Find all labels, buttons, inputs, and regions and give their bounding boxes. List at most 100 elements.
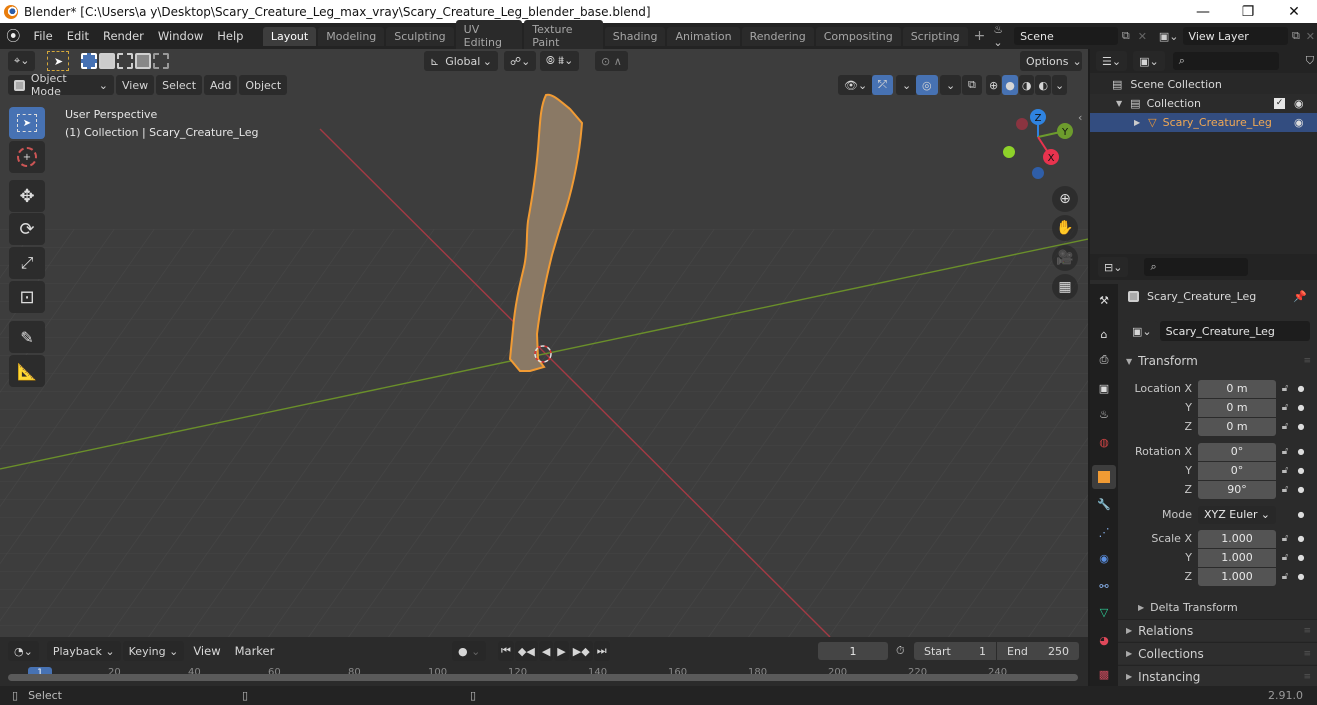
- options-dropdown[interactable]: Options ⌄: [1020, 51, 1082, 71]
- outliner-item-scene-collection[interactable]: ▤ Scene Collection: [1090, 75, 1317, 94]
- view-layer-icon[interactable]: ▣⌄: [1155, 30, 1183, 43]
- snap-toggle[interactable]: ⦾ ⩩⌄: [540, 51, 580, 71]
- tab-tool[interactable]: ⚒: [1092, 288, 1116, 312]
- drag-handle-icon[interactable]: ≡: [1303, 626, 1311, 636]
- lock-icon[interactable]: 🔓︎: [1276, 552, 1294, 563]
- jump-start-button[interactable]: ⏮: [498, 641, 514, 661]
- minimize-button[interactable]: —: [1180, 0, 1226, 23]
- close-button[interactable]: ✕: [1271, 0, 1317, 23]
- outliner-search[interactable]: ⌕: [1172, 52, 1279, 70]
- play-reverse-button[interactable]: ◀: [538, 641, 554, 661]
- material-shading-icon[interactable]: ◑: [1018, 75, 1035, 95]
- tool-rotate[interactable]: ⟳: [9, 213, 45, 245]
- view-layer-field[interactable]: View Layer: [1182, 27, 1288, 45]
- zoom-view-button[interactable]: ⊕: [1052, 186, 1078, 212]
- drag-handle-icon[interactable]: ≡: [1303, 672, 1311, 682]
- rendered-shading-icon[interactable]: ◐: [1035, 75, 1052, 95]
- delta-transform-subpanel[interactable]: ▶ Delta Transform: [1138, 598, 1238, 616]
- lock-icon[interactable]: 🔓︎: [1276, 465, 1294, 476]
- keyframe-dot-icon[interactable]: ●: [1294, 553, 1308, 562]
- rotation-z-field[interactable]: 90°: [1198, 480, 1276, 499]
- properties-search[interactable]: ⌕: [1144, 258, 1249, 276]
- selection-mode-group[interactable]: [81, 53, 170, 69]
- object-name-field[interactable]: Scary_Creature_Leg: [1159, 321, 1310, 341]
- current-frame-field[interactable]: 1: [818, 642, 888, 660]
- solid-shading-icon[interactable]: ●: [1002, 75, 1018, 95]
- lock-icon[interactable]: 🔓︎: [1276, 421, 1294, 432]
- keyframe-dot-icon[interactable]: ●: [1294, 485, 1308, 494]
- tab-data[interactable]: ▽: [1092, 600, 1116, 624]
- add-workspace-button[interactable]: +: [970, 28, 990, 44]
- tool-select-box[interactable]: ➤: [9, 107, 45, 139]
- shading-group[interactable]: ⊕ ● ◑ ◐ ⌄: [986, 75, 1068, 95]
- rotation-mode-dropdown[interactable]: XYZ Euler ⌄: [1198, 505, 1276, 524]
- new-view-layer-icon[interactable]: ⧉: [1288, 29, 1304, 43]
- timeline-editor-type-icon[interactable]: ◔⌄: [8, 641, 39, 661]
- keying-menu[interactable]: Keying ⌄: [122, 641, 185, 661]
- overlays-dropdown[interactable]: ⌄: [940, 75, 962, 95]
- location-z-field[interactable]: 0 m: [1198, 417, 1276, 436]
- exclude-checkbox[interactable]: ✓: [1274, 98, 1285, 109]
- menu-object[interactable]: Object: [239, 75, 288, 95]
- wireframe-shading-icon[interactable]: ⊕: [986, 75, 1002, 95]
- menu-add[interactable]: Add: [204, 75, 238, 95]
- keyframe-dot-icon[interactable]: ●: [1294, 534, 1308, 543]
- visibility-eye-icon[interactable]: ◉: [1294, 97, 1304, 110]
- delete-scene-icon[interactable]: ✕: [1134, 30, 1151, 43]
- tab-physics[interactable]: ◉: [1092, 546, 1116, 570]
- object-browse-dropdown[interactable]: ▣⌄: [1126, 321, 1158, 341]
- instancing-panel-header[interactable]: ▶ Instancing ≡: [1118, 665, 1317, 687]
- menu-view[interactable]: View: [116, 75, 155, 95]
- tab-output[interactable]: ⎙: [1092, 348, 1116, 372]
- playback-menu[interactable]: Playback ⌄: [46, 641, 121, 661]
- display-mode-icon[interactable]: ▣⌄: [1133, 51, 1165, 71]
- tab-view-layer[interactable]: ▣: [1092, 376, 1116, 400]
- tab-render[interactable]: ⌂: [1092, 322, 1116, 346]
- keyframe-dot-icon[interactable]: ●: [1294, 403, 1308, 412]
- proportional-edit-toggle[interactable]: ⊙ ∧: [595, 51, 628, 71]
- menu-edit[interactable]: Edit: [60, 29, 96, 43]
- tool-annotate[interactable]: ✎: [9, 321, 45, 353]
- 3d-viewport[interactable]: ⌖⌄ ➤ ⊾ Global ⌄ ☍⌄ ⦾ ⩩⌄ ⊙ ∧ Options ⌄ Obj…: [0, 49, 1088, 637]
- expand-icon[interactable]: ▼: [1116, 99, 1122, 108]
- relations-panel-header[interactable]: ▶ Relations ≡: [1118, 619, 1317, 641]
- timeline-view-menu[interactable]: View: [186, 644, 227, 658]
- navigation-gizmo[interactable]: Z Y X: [995, 107, 1085, 187]
- menu-select[interactable]: Select: [156, 75, 203, 95]
- scene-field[interactable]: Scene: [1014, 27, 1118, 45]
- tab-shading[interactable]: Shading: [604, 26, 666, 46]
- scene-icon[interactable]: ♨⌄: [989, 23, 1014, 49]
- tab-texture-paint[interactable]: Texture Paint: [524, 20, 603, 52]
- tool-transform[interactable]: ⊡: [9, 281, 45, 313]
- shading-dropdown[interactable]: ⌄: [1052, 75, 1068, 95]
- timeline-marker-menu[interactable]: Marker: [228, 644, 282, 658]
- tab-world[interactable]: ◍: [1092, 430, 1116, 454]
- tab-sculpting[interactable]: Sculpting: [386, 26, 454, 46]
- orientation-dropdown[interactable]: ⊾ Global ⌄: [424, 51, 498, 71]
- tool-cursor[interactable]: +: [9, 141, 45, 173]
- lock-icon[interactable]: 🔓︎: [1276, 484, 1294, 495]
- timeline-scrollbar[interactable]: [8, 674, 1078, 681]
- tool-scale[interactable]: ⤢: [9, 247, 45, 279]
- tab-object[interactable]: [1092, 465, 1116, 489]
- outliner-editor-type-icon[interactable]: ☰⌄: [1096, 51, 1128, 71]
- drag-handle-icon[interactable]: ≡: [1303, 649, 1311, 659]
- visibility-dropdown[interactable]: 👁⌄: [838, 75, 874, 95]
- tab-uv-editing[interactable]: UV Editing: [455, 20, 523, 52]
- tab-modifiers[interactable]: 🔧: [1092, 492, 1116, 516]
- tool-move[interactable]: ✥: [9, 180, 45, 212]
- lock-icon[interactable]: 🔓︎: [1276, 571, 1294, 582]
- collections-panel-header[interactable]: ▶ Collections ≡: [1118, 642, 1317, 664]
- prev-keyframe-button[interactable]: ◆◀: [514, 641, 538, 661]
- rotation-x-field[interactable]: 0°: [1198, 442, 1276, 461]
- location-y-field[interactable]: 0 m: [1198, 398, 1276, 417]
- properties-editor-type-icon[interactable]: ⊟⌄: [1098, 257, 1129, 277]
- visibility-eye-icon[interactable]: ◉: [1294, 116, 1304, 129]
- tab-layout[interactable]: Layout: [262, 26, 317, 46]
- expand-icon[interactable]: ▶: [1134, 118, 1140, 127]
- next-keyframe-button[interactable]: ▶◆: [569, 641, 593, 661]
- tab-compositing[interactable]: Compositing: [815, 26, 901, 46]
- lock-icon[interactable]: 🔓︎: [1276, 446, 1294, 457]
- maximize-button[interactable]: ❐: [1225, 0, 1271, 23]
- tab-constraints[interactable]: ⚯: [1092, 574, 1116, 598]
